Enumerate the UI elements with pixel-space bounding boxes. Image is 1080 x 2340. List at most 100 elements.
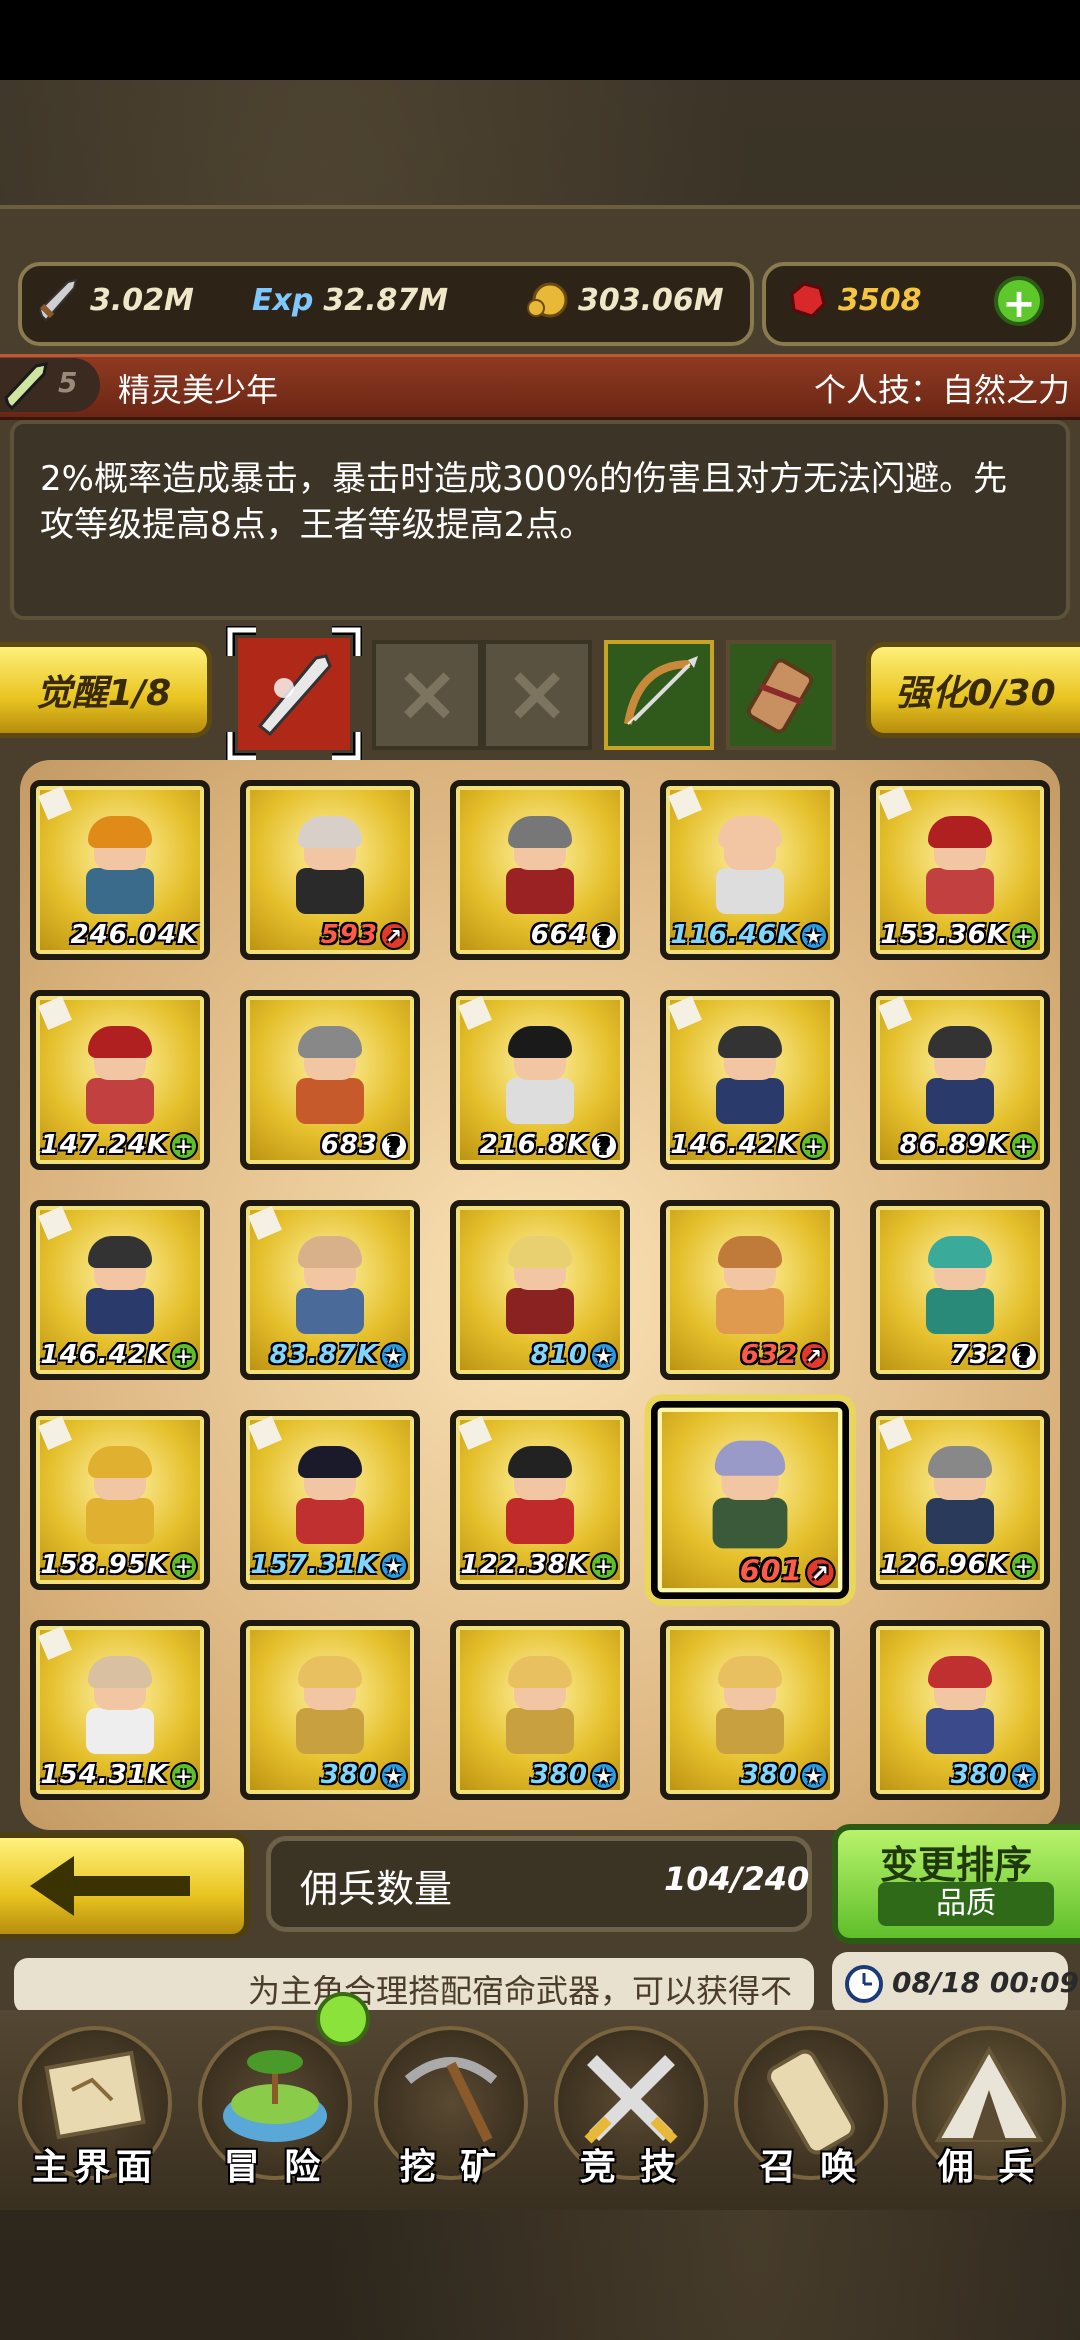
star-icon: ★ <box>800 921 828 950</box>
sword-icon <box>36 278 80 322</box>
mercenary-card[interactable]: 380 ★ <box>870 1620 1050 1800</box>
plus-icon: + <box>170 1761 198 1790</box>
hero-level: 5 <box>58 366 78 399</box>
mercenary-portrait <box>80 816 160 914</box>
mercenary-power: 157.31K ★ <box>246 1550 408 1580</box>
mercenary-card[interactable]: 632 ↗ <box>660 1200 840 1380</box>
mercenary-count-label: 佣兵数量 <box>300 1867 453 1911</box>
mercenary-power: 380 ★ <box>876 1760 1038 1790</box>
weapon-slot-empty-1[interactable]: × <box>372 640 482 750</box>
power-value: 632 <box>740 1340 798 1370</box>
weapon-slot-bow[interactable] <box>604 640 714 750</box>
mercenary-portrait <box>500 1026 580 1124</box>
mercenary-card[interactable]: 664? <box>450 780 630 960</box>
mercenary-card[interactable]: 380 ★ <box>240 1620 420 1800</box>
nav-summon-label: 召 唤 <box>759 2147 863 2188</box>
mercenary-card[interactable]: 593 ↗ <box>240 780 420 960</box>
sort-mode: 品质 <box>878 1882 1054 1926</box>
question-icon: ? <box>590 1131 618 1160</box>
mercenary-card[interactable]: 126.96K + <box>870 1410 1050 1590</box>
mercenary-card[interactable]: 146.42K + <box>660 990 840 1170</box>
power-value: 380 <box>740 1760 798 1790</box>
scroll-icon <box>746 658 814 734</box>
nav-adventure-label: 冒 险 <box>223 2147 327 2188</box>
clock-icon <box>845 1965 883 2003</box>
nav-arena[interactable]: 竞 技 <box>546 2026 716 2196</box>
power-value: 810 <box>530 1340 588 1370</box>
weapon-flag-icon <box>38 786 72 820</box>
mercenary-card[interactable]: 732? <box>870 1200 1050 1380</box>
arrow-icon: ↗ <box>800 1341 828 1370</box>
exp-value: 32.87M <box>323 282 449 318</box>
star-icon: ★ <box>380 1341 408 1370</box>
mercenary-portrait <box>80 1026 160 1124</box>
mercenary-portrait <box>290 1446 370 1544</box>
mercenary-portrait <box>500 1656 580 1754</box>
hero-name: 精灵美少年 <box>118 371 279 409</box>
mercenary-power: 147.24K + <box>36 1130 198 1160</box>
plus-icon: + <box>170 1341 198 1370</box>
nav-summon[interactable]: 召 唤 <box>726 2026 896 2196</box>
mercenary-card[interactable]: 601 ↗ <box>651 1401 849 1599</box>
mercenary-card[interactable]: 154.31K + <box>30 1620 210 1800</box>
nav-mining[interactable]: 挖 矿 <box>366 2026 536 2196</box>
mercenary-portrait <box>500 816 580 914</box>
mercenary-power: 116.46K ★ <box>666 920 828 950</box>
power-value: 664 <box>530 920 588 950</box>
awaken-button[interactable]: 觉醒1/8 <box>0 642 212 738</box>
mercenary-card[interactable]: 380 ★ <box>660 1620 840 1800</box>
power-value: 216.8K <box>479 1130 588 1160</box>
mercenary-portrait <box>80 1236 160 1334</box>
mercenary-card[interactable]: 380 ★ <box>450 1620 630 1800</box>
nav-adventure[interactable]: 冒 险 <box>190 2026 360 2196</box>
power-value: 116.46K <box>670 920 798 950</box>
mercenary-power: 122.38K + <box>456 1550 618 1580</box>
mercenary-power: 683? <box>246 1130 408 1160</box>
nav-mercenary[interactable]: 佣 兵 <box>904 2026 1074 2196</box>
mercenary-card[interactable]: 147.24K + <box>30 990 210 1170</box>
add-gems-button[interactable]: + <box>994 276 1044 327</box>
nav-mercenary-label: 佣 兵 <box>937 2147 1041 2188</box>
weapon-slot-selected[interactable] <box>225 625 363 763</box>
mercenary-card[interactable]: 83.87K ★ <box>240 1200 420 1380</box>
dagger-icon <box>4 362 48 411</box>
mercenary-card[interactable]: 158.95K + <box>30 1410 210 1590</box>
power-value: 146.42K <box>670 1130 798 1160</box>
weapon-slot-empty-2[interactable]: × <box>482 640 592 750</box>
enhance-button[interactable]: 强化0/30 <box>866 642 1080 738</box>
hero-level-badge <box>0 358 100 412</box>
mercenary-card[interactable]: 146.42K + <box>30 1200 210 1380</box>
back-button[interactable] <box>0 1832 250 1940</box>
mercenary-portrait <box>80 1446 160 1544</box>
power-value: 83.87K <box>269 1340 378 1370</box>
gem-resource: 3508 <box>784 270 922 330</box>
plus-icon: + <box>1010 1131 1038 1160</box>
mercenary-power: 380 ★ <box>456 1760 618 1790</box>
mercenary-power: 153.36K + <box>876 920 1038 950</box>
star-icon: ★ <box>590 1341 618 1370</box>
weapon-slot-scroll[interactable] <box>726 640 836 750</box>
power-value: 154.31K <box>40 1760 168 1790</box>
power-value: 146.42K <box>40 1340 168 1370</box>
power-value: 601 <box>739 1555 803 1588</box>
mercenary-card[interactable]: 216.8K? <box>450 990 630 1170</box>
mercenary-power: 154.31K + <box>36 1760 198 1790</box>
mercenary-card[interactable]: 683? <box>240 990 420 1170</box>
mercenary-power: 146.42K + <box>36 1340 198 1370</box>
mercenary-card[interactable]: 157.31K ★ <box>240 1410 420 1590</box>
power-value: 158.95K <box>40 1550 168 1580</box>
power-value: 683 <box>320 1130 378 1160</box>
plus-icon: + <box>590 1551 618 1580</box>
mercenary-card[interactable]: 246.04K <box>30 780 210 960</box>
mercenary-portrait <box>920 816 1000 914</box>
power-value: 86.89K <box>899 1130 1008 1160</box>
mercenary-power: 593 ↗ <box>246 920 408 950</box>
mercenary-card[interactable]: 116.46K ★ <box>660 780 840 960</box>
mercenary-card[interactable]: 86.89K + <box>870 990 1050 1170</box>
mercenary-card[interactable]: 810 ★ <box>450 1200 630 1380</box>
mercenary-card[interactable]: 122.38K + <box>450 1410 630 1590</box>
gold-value: 303.06M <box>578 282 724 318</box>
hero-skill-name: 个人技：自然之力 <box>813 371 1070 409</box>
mercenary-card[interactable]: 153.36K + <box>870 780 1050 960</box>
nav-main[interactable]: 主界面 <box>10 2026 180 2196</box>
